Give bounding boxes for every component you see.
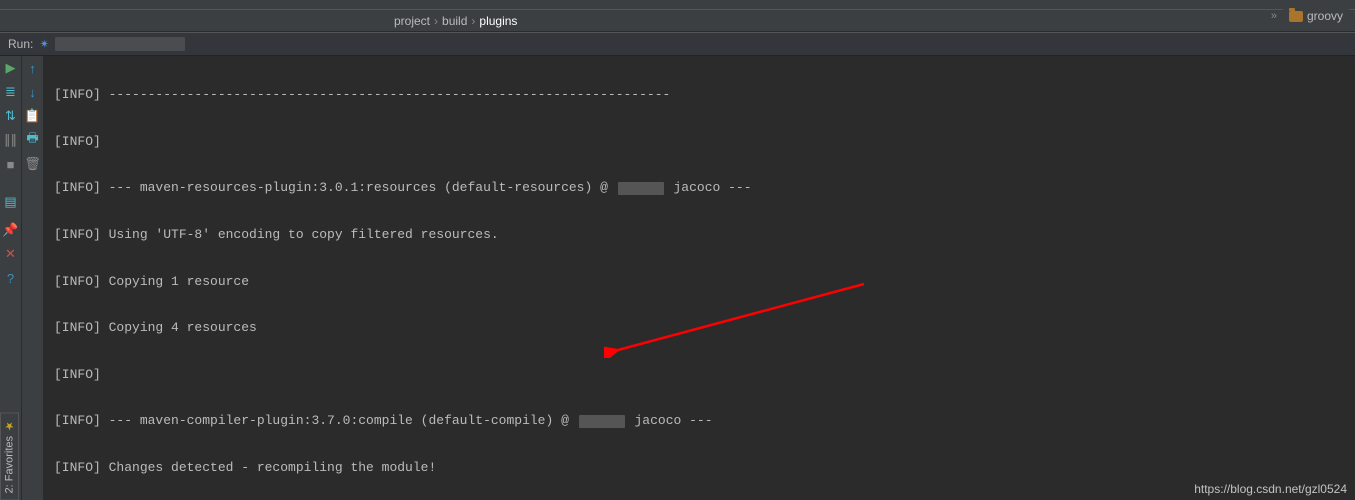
- run-toolwindow-header: Run: ✴: [0, 32, 1355, 56]
- wrap-icon[interactable]: ⇅: [3, 108, 19, 124]
- star-icon: ★: [3, 419, 16, 432]
- favorites-tab[interactable]: 2: Favorites ★: [0, 412, 19, 500]
- chevron-right-icon: ›: [471, 14, 475, 28]
- export-icon[interactable]: 📋: [25, 108, 41, 124]
- console-line: [INFO]: [54, 363, 1347, 386]
- print-icon[interactable]: 🖶: [25, 132, 41, 148]
- console-line: [INFO] --- maven-compiler-plugin:3.7.0:c…: [54, 409, 1347, 432]
- pause-icon[interactable]: ∥∥: [3, 132, 19, 148]
- watermark: https://blog.csdn.net/gzl0524: [1194, 482, 1347, 496]
- side-item-groovy[interactable]: groovy: [1283, 6, 1349, 26]
- close-icon[interactable]: ✕: [3, 246, 19, 262]
- crumb-project[interactable]: project: [394, 14, 430, 28]
- crumb-build[interactable]: build: [442, 14, 467, 28]
- gear-icon[interactable]: ✴: [39, 37, 49, 51]
- collapse-icon[interactable]: »: [1271, 10, 1277, 22]
- console-output[interactable]: [INFO] ---------------------------------…: [44, 56, 1355, 500]
- run-label: Run:: [8, 37, 33, 51]
- favorites-label: 2: Favorites: [4, 436, 16, 493]
- rerun-icon[interactable]: ▶: [3, 60, 19, 76]
- console-line: [INFO]: [54, 130, 1347, 153]
- filter-icon[interactable]: ≣: [3, 84, 19, 100]
- up-icon[interactable]: ↑: [25, 60, 41, 76]
- breadcrumb: project › build › plugins: [0, 10, 1355, 32]
- console-line: [INFO] ---------------------------------…: [54, 83, 1347, 106]
- console-line: [INFO] Using 'UTF-8' encoding to copy fi…: [54, 223, 1347, 246]
- side-item-label: groovy: [1307, 9, 1343, 23]
- title-strip: [0, 0, 1355, 10]
- redacted: [579, 415, 625, 428]
- console-line: [INFO] Changes detected - recompiling th…: [54, 456, 1347, 479]
- layout-icon[interactable]: ▤: [3, 194, 19, 210]
- console-line: [INFO] Copying 4 resources: [54, 316, 1347, 339]
- chevron-right-icon: ›: [434, 14, 438, 28]
- console-line: [INFO] Copying 1 resource: [54, 270, 1347, 293]
- run-gutter-2: ↑ ↓ 📋 🖶 🗑: [22, 56, 44, 500]
- trash-icon[interactable]: 🗑: [25, 156, 41, 172]
- console-line: [INFO] --- maven-resources-plugin:3.0.1:…: [54, 176, 1347, 199]
- folder-icon: [1289, 11, 1303, 22]
- help-icon[interactable]: ?: [3, 270, 19, 286]
- crumb-plugins[interactable]: plugins: [479, 14, 517, 28]
- pin-icon[interactable]: 📌: [3, 222, 19, 238]
- redacted: [618, 182, 664, 195]
- right-tool-panel: » groovy: [1271, 0, 1349, 32]
- run-config-name[interactable]: [55, 37, 185, 51]
- down-icon[interactable]: ↓: [25, 84, 41, 100]
- stop-icon[interactable]: ■: [3, 156, 19, 172]
